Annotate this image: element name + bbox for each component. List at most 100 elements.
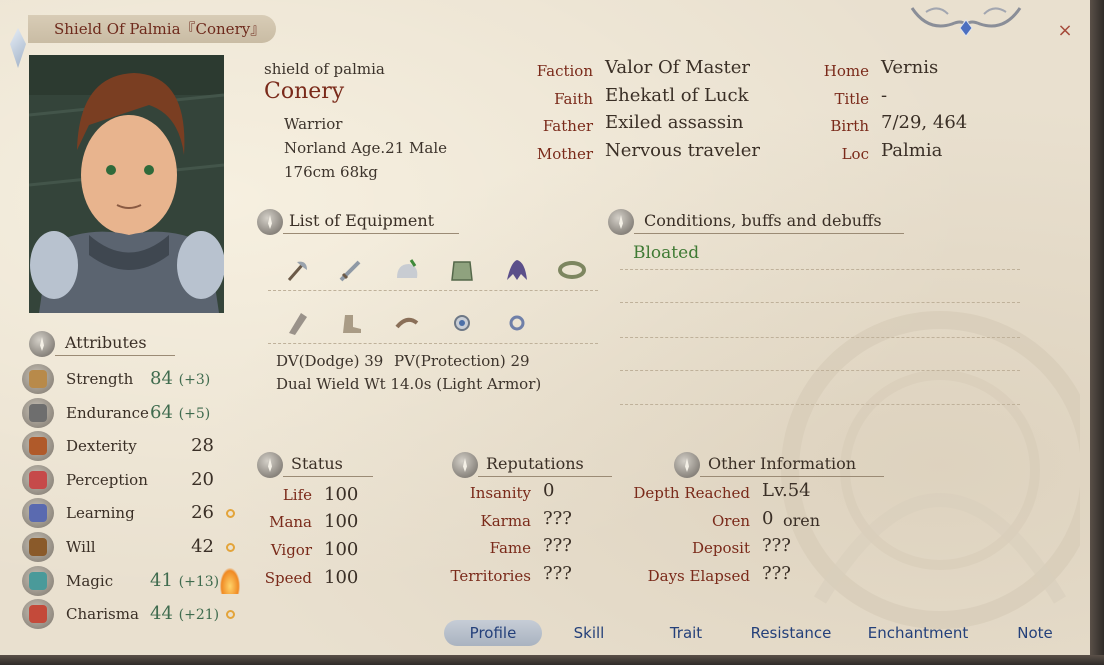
divider bbox=[268, 290, 598, 291]
section-bullet-icon bbox=[608, 209, 634, 235]
attribute-bonus: (+13) bbox=[178, 573, 220, 590]
attribute-glyph bbox=[29, 470, 47, 489]
body-armor-icon[interactable] bbox=[448, 256, 476, 284]
character-class: Warrior bbox=[284, 115, 343, 133]
section-bullet-icon bbox=[452, 452, 478, 478]
helmet-icon[interactable] bbox=[393, 256, 421, 284]
divider bbox=[620, 370, 1020, 371]
attribute-value: 42 bbox=[154, 536, 214, 557]
loc-label: Loc bbox=[841, 145, 869, 163]
attribute-name: Magic bbox=[66, 571, 114, 590]
insanity-value: 0 bbox=[543, 480, 555, 501]
divider bbox=[620, 302, 1020, 303]
depth-label: Depth Reached bbox=[633, 484, 750, 502]
gauntlet-icon[interactable] bbox=[283, 309, 311, 337]
filigree-ornament-icon bbox=[910, 7, 1022, 37]
attribute-row: Perception 20 bbox=[22, 464, 252, 495]
home-value: Vernis bbox=[881, 57, 939, 78]
strength-icon bbox=[22, 364, 54, 394]
attribute-name: Strength bbox=[66, 370, 134, 388]
amulet-icon[interactable] bbox=[448, 309, 476, 337]
fame-label: Fame bbox=[489, 539, 531, 557]
mother-value: Nervous traveler bbox=[605, 140, 760, 161]
oren-value: 0 bbox=[762, 508, 774, 529]
oren-label: Oren bbox=[711, 512, 750, 530]
attribute-value: 20 bbox=[154, 469, 214, 490]
attribute-base-value: 20 bbox=[191, 468, 214, 490]
attribute-name: Perception bbox=[66, 470, 148, 489]
tab-trait[interactable]: Trait bbox=[658, 620, 714, 646]
mana-label: Mana bbox=[269, 513, 312, 531]
loc-value: Palmia bbox=[881, 140, 943, 161]
home-label: Home bbox=[823, 62, 869, 80]
axe-icon[interactable] bbox=[283, 256, 311, 284]
divider bbox=[620, 404, 1020, 405]
tab-profile[interactable]: Profile bbox=[444, 620, 542, 646]
vigor-label: Vigor bbox=[270, 541, 312, 559]
attribute-row: Will 42 bbox=[22, 532, 252, 562]
section-underline bbox=[478, 476, 612, 477]
character-name: Conery bbox=[264, 79, 345, 104]
karma-label: Karma bbox=[480, 512, 532, 530]
window-title: Shield Of Palmia『Conery』 bbox=[28, 15, 276, 43]
girdle-icon[interactable] bbox=[558, 256, 586, 284]
attribute-base-value: 41 bbox=[150, 569, 173, 591]
bow-icon[interactable] bbox=[393, 309, 421, 337]
divider bbox=[620, 269, 1020, 270]
attribute-name: Will bbox=[66, 538, 96, 556]
character-origin: Norland Age.21 Male bbox=[284, 139, 448, 157]
attribute-value: 44 (+21) bbox=[150, 603, 219, 624]
equipment-title: List of Equipment bbox=[289, 211, 435, 230]
attribute-row: Magic 41 (+13) bbox=[22, 565, 252, 596]
section-underline bbox=[700, 476, 884, 477]
magic-icon bbox=[22, 565, 54, 596]
section-underline bbox=[283, 476, 373, 477]
attribute-glyph bbox=[29, 403, 47, 422]
title-value: - bbox=[881, 85, 888, 106]
potential-marker-icon bbox=[226, 509, 235, 519]
vigor-value: 100 bbox=[324, 539, 359, 560]
faction-value: Valor Of Master bbox=[605, 57, 751, 78]
charisma-icon bbox=[22, 599, 54, 630]
tab-note[interactable]: Note bbox=[1008, 620, 1062, 646]
attribute-glyph bbox=[29, 538, 47, 556]
sword-icon[interactable] bbox=[337, 256, 365, 284]
deposit-label: Deposit bbox=[691, 539, 750, 557]
attribute-value: 64 (+5) bbox=[150, 402, 210, 423]
close-button[interactable]: × bbox=[1054, 20, 1076, 42]
father-label: Father bbox=[542, 117, 593, 135]
attribute-base-value: 64 bbox=[150, 401, 173, 423]
tab-resistance[interactable]: Resistance bbox=[744, 620, 838, 646]
attribute-bonus: (+3) bbox=[178, 372, 211, 388]
cloak-icon[interactable] bbox=[503, 256, 531, 284]
mana-value: 100 bbox=[324, 511, 359, 532]
section-underline bbox=[283, 233, 459, 234]
endurance-icon bbox=[22, 397, 54, 428]
ring-icon[interactable] bbox=[503, 309, 531, 337]
attribute-glyph bbox=[29, 370, 47, 388]
divider bbox=[268, 343, 598, 344]
attribute-row: Endurance 64 (+5) bbox=[22, 397, 252, 428]
tab-enchantment[interactable]: Enchantment bbox=[858, 620, 978, 646]
attribute-glyph bbox=[29, 605, 47, 624]
attribute-value: 84 (+3) bbox=[150, 368, 210, 389]
faith-value: Ehekatl of Luck bbox=[605, 85, 749, 106]
attribute-name: Learning bbox=[66, 504, 135, 523]
father-value: Exiled assassin bbox=[605, 112, 744, 133]
section-underline bbox=[55, 355, 175, 356]
attribute-bonus: (+21) bbox=[178, 607, 220, 624]
potential-marker-icon bbox=[226, 610, 235, 620]
tab-skill[interactable]: Skill bbox=[560, 620, 618, 646]
section-underline bbox=[634, 233, 904, 234]
attribute-glyph bbox=[29, 571, 47, 590]
attribute-glyph bbox=[29, 504, 47, 523]
boots-icon[interactable] bbox=[337, 309, 365, 337]
reputations-title: Reputations bbox=[486, 454, 584, 473]
attribute-row: Dexterity 28 bbox=[22, 431, 252, 462]
potential-marker-icon bbox=[226, 543, 235, 552]
speed-value: 100 bbox=[324, 567, 359, 588]
wield-info: Dual Wield Wt 14.0s (Light Armor) bbox=[276, 375, 542, 393]
attribute-base-value: 44 bbox=[150, 603, 173, 625]
insanity-label: Insanity bbox=[469, 484, 531, 502]
birth-label: Birth bbox=[830, 117, 869, 135]
